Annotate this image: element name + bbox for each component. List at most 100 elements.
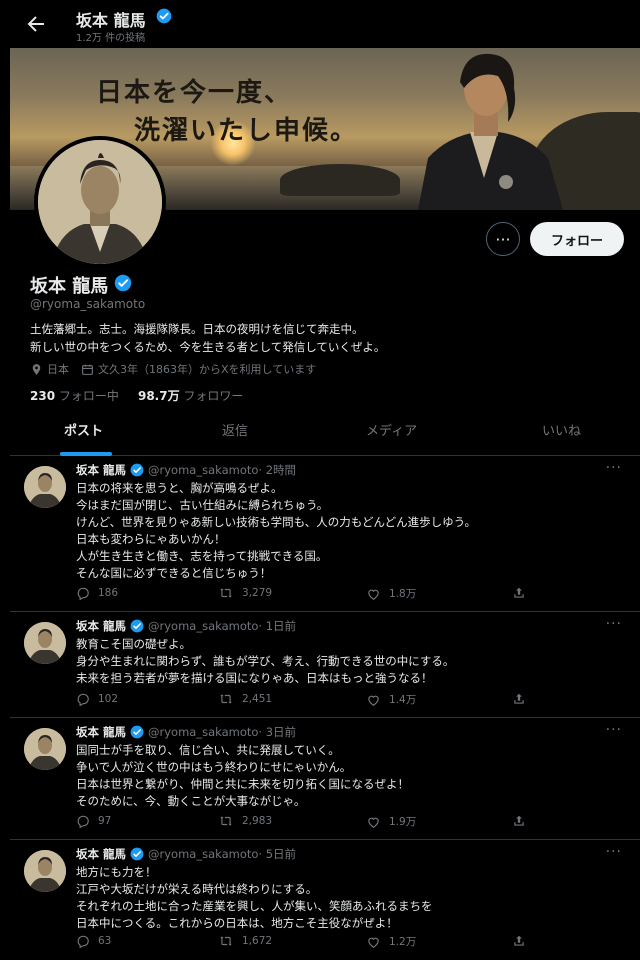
tweet-avatar[interactable]	[24, 622, 66, 664]
repost-button[interactable]: 3,279	[218, 586, 272, 600]
reply-button[interactable]: 186	[76, 586, 118, 600]
profile-tabs: ポスト 返信 メディア いいね	[10, 408, 640, 456]
like-button[interactable]: 1.2万	[366, 934, 416, 949]
reply-button[interactable]: 63	[76, 934, 111, 948]
share-button[interactable]	[512, 814, 534, 828]
tweet-author-name[interactable]: 坂本 龍馬	[76, 462, 126, 478]
tweet-avatar[interactable]	[24, 728, 66, 770]
tweet-time[interactable]: · 2時間	[258, 462, 296, 478]
repost-button[interactable]: 2,983	[218, 814, 272, 828]
tweet-time[interactable]: · 1日前	[258, 618, 296, 634]
share-icon	[514, 693, 524, 704]
following-link[interactable]: 230 フォロー中	[30, 389, 119, 403]
repost-button[interactable]: 2,451	[218, 692, 272, 706]
top-bar: 坂本 龍馬 1.2万 件の投稿	[10, 0, 640, 48]
tweet-text: 国同士が手を取り、信じ合い、共に発展していく。 争いで人が泣く世の中はもう終わり…	[76, 742, 624, 810]
followers-link[interactable]: 98.7万 フォロワー	[138, 389, 243, 403]
tweet[interactable]: 坂本 龍馬 @ryoma_sakamoto · 1日前 ··· 教育こそ国の礎ぜ…	[10, 612, 640, 718]
tweet-handle: @ryoma_sakamoto	[148, 619, 259, 633]
tweet-header: 坂本 龍馬 @ryoma_sakamoto · 1日前	[76, 618, 296, 634]
tweet-header: 坂本 龍馬 @ryoma_sakamoto · 3日前	[76, 724, 296, 740]
share-button[interactable]	[512, 692, 534, 706]
reply-icon	[77, 935, 89, 948]
reply-button[interactable]: 102	[76, 692, 118, 706]
tweet-actions: 186 3,279 1.8万	[76, 586, 526, 604]
like-count: 1.9万	[389, 816, 417, 828]
verified-badge-icon	[130, 847, 144, 861]
bio-line: 土佐藩郷士。志士。海援隊隊長。日本の夜明けを信じて奔走中。	[30, 322, 364, 336]
tweet-actions: 63 1,672 1.2万	[76, 934, 526, 952]
repost-count: 2,451	[242, 693, 273, 705]
like-count: 1.8万	[389, 588, 417, 600]
heart-icon	[368, 589, 379, 600]
back-arrow-icon[interactable]	[24, 12, 48, 36]
tweet-avatar[interactable]	[24, 466, 66, 508]
tweet-time[interactable]: · 5日前	[258, 846, 296, 862]
banner-samurai-figure	[418, 53, 563, 210]
tweet-text: 日本の将来を思うと、胸が高鳴るぜよ。 今はまだ国が閉じ、古い仕組みに縛られちゅう…	[76, 480, 624, 582]
tweet-line: 争いで人が泣く世の中はもう終わりにせにゃいかん。	[76, 760, 352, 774]
reply-count: 186	[98, 587, 119, 599]
tweet-line: 日本中につくる。これからの日本は、地方こそ主役ながぜよ！	[76, 916, 398, 930]
like-button[interactable]: 1.4万	[366, 692, 416, 707]
tweet-line: 江戸や大坂だけが栄える時代は終わりにする。	[76, 882, 318, 896]
repost-icon	[220, 588, 232, 598]
share-icon	[514, 815, 524, 826]
reply-button[interactable]: 97	[76, 814, 111, 828]
profile-bio: 土佐藩郷士。志士。海援隊隊長。日本の夜明けを信じて奔走中。 新しい世の中をつくる…	[30, 320, 630, 356]
tweet-line: 地方にも力を！	[76, 865, 157, 879]
banner-slogan-line2: 洗濯いたし申候。	[134, 116, 359, 146]
tweet-time[interactable]: · 3日前	[258, 724, 296, 740]
tweet-actions: 97 2,983 1.9万	[76, 814, 526, 832]
reply-icon	[77, 815, 89, 828]
tweet-line: 日本も変わらにゃあいかん！	[76, 532, 226, 546]
tweet-avatar[interactable]	[24, 850, 66, 892]
share-icon	[514, 935, 524, 946]
tab-media[interactable]: メディア	[366, 420, 417, 439]
follow-button[interactable]: フォロー	[530, 222, 624, 256]
heart-icon	[368, 817, 379, 828]
repost-count: 3,279	[242, 587, 273, 599]
tweet-line: 日本は世界と繋がり、仲間と共に未来を切り拓く国になるぜよ！	[76, 777, 410, 791]
like-button[interactable]: 1.8万	[366, 586, 416, 601]
tweet-more-icon[interactable]: ···	[606, 460, 622, 476]
tweet[interactable]: 坂本 龍馬 @ryoma_sakamoto · 5日前 ··· 地方にも力を！ …	[10, 840, 640, 960]
tweet-text: 教育こそ国の礎ぜよ。 身分や生まれに関わらず、誰もが学び、考え、行動できる世の中…	[76, 636, 624, 687]
tweet-more-icon[interactable]: ···	[606, 722, 622, 738]
like-button[interactable]: 1.9万	[366, 814, 416, 829]
profile-avatar[interactable]	[34, 136, 166, 268]
header-name: 坂本 龍馬	[76, 11, 146, 30]
verified-badge-icon	[130, 725, 144, 739]
tweet[interactable]: 坂本 龍馬 @ryoma_sakamoto · 2時間 ··· 日本の将来を思う…	[10, 456, 640, 612]
tweet-line: 国同士が手を取り、信じ合い、共に発展していく。	[76, 743, 340, 757]
following-count: 230	[30, 389, 56, 403]
tweet-author-name[interactable]: 坂本 龍馬	[76, 846, 126, 862]
share-button[interactable]	[512, 586, 534, 600]
repost-button[interactable]: 1,672	[218, 934, 272, 948]
banner-rock	[280, 164, 400, 196]
verified-badge-icon	[114, 274, 132, 292]
tweet-line: 身分や生まれに関わらず、誰もが学び、考え、行動できる世の中にする。	[76, 654, 455, 668]
share-button[interactable]	[512, 934, 534, 948]
profile-location: 日本	[47, 363, 69, 376]
tweet-line: 日本の将来を思うと、胸が高鳴るぜよ。	[76, 481, 283, 495]
tweet-line: 未来を担う若者が夢を描ける国になりゃあ、日本はもっと強うなる！	[76, 671, 433, 685]
tweet-author-name[interactable]: 坂本 龍馬	[76, 724, 126, 740]
tab-posts[interactable]: ポスト	[64, 420, 103, 439]
tweet[interactable]: 坂本 龍馬 @ryoma_sakamoto · 3日前 ··· 国同士が手を取り…	[10, 718, 640, 840]
profile-stats: 230 フォロー中 98.7万 フォロワー	[30, 387, 243, 404]
location-pin-icon	[32, 363, 41, 375]
tweet-line: 今はまだ国が閉じ、古い仕組みに縛られちゅう。	[76, 498, 329, 512]
tweet-more-icon[interactable]: ···	[606, 616, 622, 632]
tweet-more-icon[interactable]: ···	[606, 844, 622, 860]
tweet-line: そのために、今、動くことが大事ながじゃ。	[76, 794, 306, 808]
reply-icon	[77, 693, 89, 706]
more-options-button[interactable]: ···	[486, 222, 520, 256]
tweet-text: 地方にも力を！ 江戸や大坂だけが栄える時代は終わりにする。 それぞれの土地に合っ…	[76, 864, 624, 932]
tab-replies[interactable]: 返信	[222, 420, 248, 439]
calendar-icon	[82, 364, 93, 375]
tweet-author-name[interactable]: 坂本 龍馬	[76, 618, 126, 634]
bio-line: 新しい世の中をつくるため、今を生きる者として発信していくぜよ。	[30, 340, 386, 354]
reply-count: 97	[98, 815, 112, 827]
tab-likes[interactable]: いいね	[542, 420, 581, 439]
